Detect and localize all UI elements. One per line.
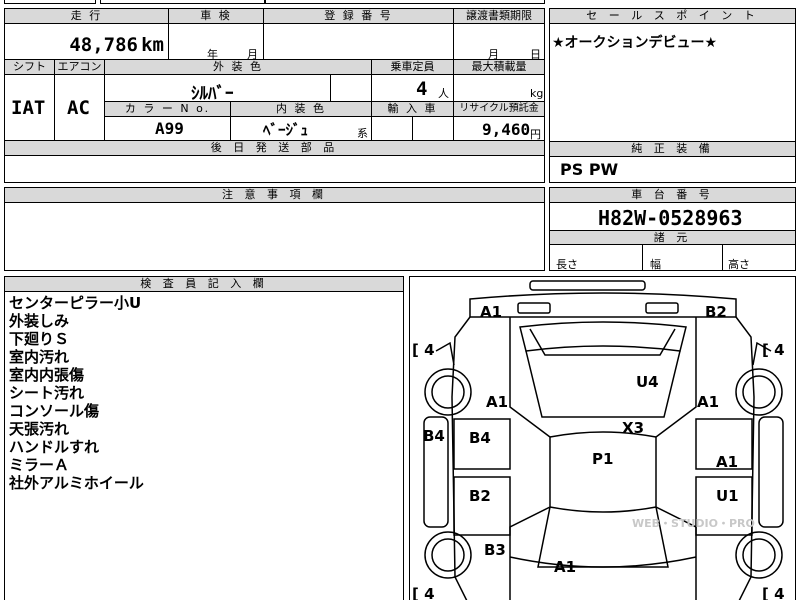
exterior-color-cell: ｼﾙﾊﾞｰ xyxy=(105,75,331,104)
later-parts-label: 後 日 発 送 部 品 xyxy=(5,141,544,156)
inspector-label: 検 査 員 記 入 欄 xyxy=(5,277,403,292)
damage-mark: B4 xyxy=(469,429,491,447)
import-car-cell-a xyxy=(372,117,413,141)
caution-box: 注 意 事 項 欄 xyxy=(4,187,545,271)
inspector-notes: センターピラー小U 外装しみ 下廻りＳ 室内汚れ 室内内張傷 シート汚れ コンソ… xyxy=(9,294,144,492)
mileage-label: 走 行 xyxy=(5,9,169,24)
exterior-color-extra xyxy=(331,75,372,102)
chassis-box: 車 台 番 号 H82W-0528963 諸 元 長さ 幅 高さ xyxy=(549,187,796,271)
note-item: 社外アルミホイール xyxy=(9,474,144,492)
interior-color-label: 内 装 色 xyxy=(231,102,372,117)
specs-width: 幅 xyxy=(650,258,661,271)
interior-color-suffix: 系 xyxy=(357,127,368,140)
note-item: コンソール傷 xyxy=(9,402,100,420)
capacity-cell: 4 人 xyxy=(372,75,454,102)
inspection-cell: 年 月 xyxy=(169,24,264,61)
damage-mark: P1 xyxy=(592,450,613,468)
standard-equipment-label: 純 正 装 備 xyxy=(550,142,795,157)
note-item: 下廻りＳ xyxy=(9,330,70,348)
damage-diagram-box: [ 4 [ 4 [ 4 [ 4 A1 B2 U4 A1 A1 X3 B4 B4 … xyxy=(409,276,796,600)
max-load-unit: kg xyxy=(530,87,544,100)
mileage-cell: 48,786 km xyxy=(5,24,169,60)
inspection-label: 車 検 xyxy=(169,9,264,24)
capacity-unit: 人 xyxy=(438,87,449,100)
chassis-label: 車 台 番 号 xyxy=(550,188,795,203)
max-load-label: 最大積載量 xyxy=(454,60,544,75)
registration-cell xyxy=(264,24,454,60)
aircon-label: エアコン xyxy=(55,60,105,75)
damage-mark: A1 xyxy=(716,453,738,471)
max-load-cell: kg xyxy=(454,75,544,102)
top-strip-left xyxy=(4,0,96,4)
note-item: 外装しみ xyxy=(9,312,70,330)
damage-mark: A1 xyxy=(697,393,719,411)
sales-point-value: ★オークションデビュー★ xyxy=(552,35,718,51)
specs-label: 諸 元 xyxy=(550,230,795,245)
tire-label: [ 4 xyxy=(762,585,785,600)
tire-label: [ 4 xyxy=(412,341,435,359)
import-car-label: 輸 入 車 xyxy=(372,102,454,117)
damage-mark: U1 xyxy=(716,487,739,505)
capacity-label: 乗車定員 xyxy=(372,60,454,75)
shift-label: シフト xyxy=(5,60,55,75)
damage-mark: B4 xyxy=(423,427,445,445)
note-item: 室内汚れ xyxy=(9,348,70,366)
damage-mark: A1 xyxy=(486,393,508,411)
note-item: 室内内張傷 xyxy=(9,366,85,384)
transfer-label: 譲渡書類期限 xyxy=(454,9,544,24)
damage-mark: A1 xyxy=(554,558,576,576)
mileage-unit: km xyxy=(141,34,164,56)
info-grid: 走 行 車 検 登 録 番 号 譲渡書類期限 48,786 km 年 月 月 日… xyxy=(4,8,545,183)
specs-div-2 xyxy=(722,245,723,270)
specs-div-1 xyxy=(642,245,643,270)
standard-equipment-box: 純 正 装 備 PS PW xyxy=(549,141,796,183)
shift-value: IAT xyxy=(11,97,46,119)
damage-mark: B3 xyxy=(484,541,506,559)
damage-mark: U4 xyxy=(636,373,659,391)
recycle-unit: 円 xyxy=(530,128,541,141)
note-item: ハンドルすれ xyxy=(9,438,100,456)
recycle-value: 9,460 xyxy=(482,120,531,139)
note-item: センターピラー小U xyxy=(9,294,142,312)
shift-cell: IAT xyxy=(5,75,55,141)
note-item: 天張汚れ xyxy=(9,420,70,438)
interior-color-cell: ﾍﾞｰｼﾞｭ 系 xyxy=(231,117,372,141)
note-item: ミラーＡ xyxy=(9,456,70,474)
exterior-color-value: ｼﾙﾊﾞｰ xyxy=(191,84,234,104)
damage-mark: A1 xyxy=(480,303,502,321)
damage-mark: B2 xyxy=(469,487,491,505)
transfer-cell: 月 日 xyxy=(454,24,544,61)
recycle-cell: 9,460 円 xyxy=(454,117,544,141)
caution-label: 注 意 事 項 欄 xyxy=(5,188,544,203)
interior-color-value: ﾍﾞｰｼﾞｭ xyxy=(263,121,309,139)
exterior-color-label: 外 装 色 xyxy=(105,60,372,75)
color-no-value: A99 xyxy=(155,119,184,138)
standard-equipment-value: PS PW xyxy=(560,160,619,179)
capacity-value: 4 xyxy=(416,78,428,100)
recycle-label: リサイクル預託金 xyxy=(454,102,544,117)
watermark: WEB・STUDIO・PRO xyxy=(632,517,755,530)
car-diagram: [ 4 [ 4 [ 4 [ 4 A1 B2 U4 A1 A1 X3 B4 B4 … xyxy=(412,280,785,600)
aircon-value: AC xyxy=(67,97,90,119)
top-strip-right xyxy=(265,0,545,4)
damage-mark: X3 xyxy=(622,419,644,437)
specs-height: 高さ xyxy=(728,258,750,271)
damage-mark: B2 xyxy=(705,303,727,321)
import-car-cell-b xyxy=(413,117,454,141)
note-item: シート汚れ xyxy=(9,384,85,402)
registration-label: 登 録 番 号 xyxy=(264,9,454,24)
sales-point-box: セ ー ル ス ポ イ ン ト ★オークションデビュー★ xyxy=(549,8,796,143)
sales-point-label: セ ー ル ス ポ イ ン ト xyxy=(550,9,795,24)
color-no-cell: A99 xyxy=(105,117,231,141)
top-strip-mid xyxy=(100,0,265,4)
specs-length: 長さ xyxy=(556,258,578,271)
aircon-cell: AC xyxy=(55,75,105,141)
mileage-value: 48,786 xyxy=(69,34,138,56)
tire-label: [ 4 xyxy=(762,341,785,359)
inspector-box: 検 査 員 記 入 欄 センターピラー小U 外装しみ 下廻りＳ 室内汚れ 室内内… xyxy=(4,276,404,600)
color-no-label: カ ラ ー N o. xyxy=(105,102,231,117)
tire-label: [ 4 xyxy=(412,585,435,600)
chassis-value: H82W-0528963 xyxy=(598,206,743,230)
